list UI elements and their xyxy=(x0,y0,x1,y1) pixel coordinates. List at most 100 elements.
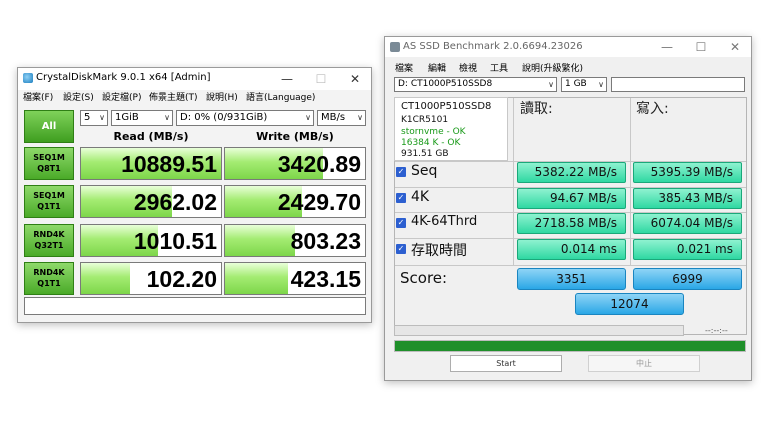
test-label-line1: RND4K xyxy=(33,230,65,239)
menu-profile[interactable]: 設定檔(P) xyxy=(102,90,141,103)
test-label-line2: Q8T1 xyxy=(37,164,61,173)
asd-drive-value: D: CT1000P510SSD8 xyxy=(398,79,493,89)
write-header: Write (MB/s) xyxy=(256,130,334,143)
drive-model: CT1000P510SSD8 xyxy=(401,101,492,112)
read-result-seq1m-q1t1: 2962.02 xyxy=(80,185,222,218)
start-button[interactable]: Start xyxy=(450,355,562,372)
chevron-down-icon: ∨ xyxy=(357,113,363,122)
close-icon[interactable]: ✕ xyxy=(338,68,372,90)
read-result-rnd4k-q1t1: 102.20 xyxy=(80,262,222,295)
write-value: 803.23 xyxy=(290,228,361,254)
test-label-line1: RND4K xyxy=(33,268,65,277)
menu-help[interactable]: 說明(升級繁化) xyxy=(522,61,583,74)
minimize-icon[interactable]: — xyxy=(650,37,684,57)
menu-theme[interactable]: 佈景主題(T) xyxy=(149,90,198,103)
write-bar xyxy=(225,225,295,256)
as-ssd-window: AS SSD Benchmark 2.0.6694.23026 — ☐ ✕ 檔案… xyxy=(384,36,752,381)
minimize-icon[interactable]: — xyxy=(270,68,304,90)
all-button[interactable]: All xyxy=(24,110,74,143)
grid-divider xyxy=(395,265,746,266)
close-icon[interactable]: ✕ xyxy=(718,37,752,57)
asd-window-title: AS SSD Benchmark 2.0.6694.23026 xyxy=(403,41,583,52)
menu-help[interactable]: 說明(H) xyxy=(206,90,238,103)
total-progress-bar xyxy=(394,340,746,352)
asd-extra-field[interactable] xyxy=(611,77,745,92)
unit-select[interactable]: MB/s ∨ xyxy=(317,110,366,126)
seq-label: Seq xyxy=(411,163,438,179)
test-label-line1: SEQ1M xyxy=(33,153,65,162)
chevron-down-icon: ∨ xyxy=(99,113,105,122)
4k-write-result: 385.43 MB/s xyxy=(633,188,742,209)
read-bar xyxy=(81,263,130,294)
maximize-icon[interactable]: ☐ xyxy=(304,68,338,90)
asd-size-value: 1 GB xyxy=(565,79,587,89)
seq-read-result: 5382.22 MB/s xyxy=(517,162,626,183)
write-value: 423.15 xyxy=(290,266,361,292)
4k-64thrd-checkbox[interactable]: ✓ xyxy=(396,218,406,228)
write-header: 寫入: xyxy=(636,101,669,117)
abort-button[interactable]: 中止 xyxy=(588,355,700,372)
drive-capacity: 931.51 GB xyxy=(401,149,449,159)
menu-tools[interactable]: 工具 xyxy=(490,61,508,74)
test-button-rnd4k-q32t1[interactable]: RND4K Q32T1 xyxy=(24,224,74,257)
asd-titlebar[interactable]: AS SSD Benchmark 2.0.6694.23026 — ☐ ✕ xyxy=(385,37,751,57)
test-label-line2: Q1T1 xyxy=(37,279,61,288)
chevron-down-icon: ∨ xyxy=(164,113,170,122)
4k-64thrd-label: 4K-64Thrd xyxy=(411,214,478,229)
score-write: 6999 xyxy=(633,268,742,290)
write-result-seq1m-q1t1: 2429.70 xyxy=(224,185,366,218)
seq-checkbox[interactable]: ✓ xyxy=(396,167,406,177)
alignment-status: 16384 K - OK xyxy=(401,138,461,148)
score-total: 12074 xyxy=(575,293,684,315)
write-value: 2429.70 xyxy=(277,189,361,215)
write-result-rnd4k-q1t1: 423.15 xyxy=(224,262,366,295)
write-value: 3420.89 xyxy=(277,151,361,177)
test-button-seq1m-q8t1[interactable]: SEQ1M Q8T1 xyxy=(24,147,74,180)
4k-read-result: 94.67 MB/s xyxy=(517,188,626,209)
menu-file[interactable]: 檔案 xyxy=(395,61,413,74)
read-value: 102.20 xyxy=(146,266,217,292)
sub-progress-bar xyxy=(394,325,684,336)
test-button-seq1m-q1t1[interactable]: SEQ1M Q1T1 xyxy=(24,185,74,218)
cdm-titlebar[interactable]: CrystalDiskMark 9.0.1 x64 [Admin] — ☐ ✕ xyxy=(18,68,371,90)
unit-value: MB/s xyxy=(321,112,346,123)
menu-view[interactable]: 檢視 xyxy=(459,61,477,74)
4k-label: 4K xyxy=(411,189,430,205)
test-label-line1: SEQ1M xyxy=(33,191,65,200)
as-ssd-app-icon xyxy=(390,42,400,52)
test-label-line2: Q32T1 xyxy=(34,241,64,250)
write-result-seq1m-q8t1: 3420.89 xyxy=(224,147,366,180)
menu-language[interactable]: 語言(Language) xyxy=(246,90,315,103)
drive-firmware: K1CR5101 xyxy=(401,115,449,125)
access-time-read-result: 0.014 ms xyxy=(517,239,626,260)
asd-size-select[interactable]: 1 GB ∨ xyxy=(561,77,607,92)
menu-edit[interactable]: 編輯 xyxy=(428,61,446,74)
elapsed-time: --:--:-- xyxy=(705,326,728,335)
test-label-line2: Q1T1 xyxy=(37,202,61,211)
seq-write-result: 5395.39 MB/s xyxy=(633,162,742,183)
chevron-down-icon: ∨ xyxy=(548,80,554,89)
access-time-checkbox[interactable]: ✓ xyxy=(396,244,406,254)
read-header: 讀取: xyxy=(520,101,553,117)
4k-checkbox[interactable]: ✓ xyxy=(396,193,406,203)
4k-64thrd-read-result: 2718.58 MB/s xyxy=(517,213,626,234)
count-select[interactable]: 5 ∨ xyxy=(80,110,108,126)
comment-input[interactable] xyxy=(24,297,366,315)
crystaldiskmark-window: CrystalDiskMark 9.0.1 x64 [Admin] — ☐ ✕ … xyxy=(17,67,372,323)
drive-select[interactable]: D: 0% (0/931GiB) ∨ xyxy=(176,110,314,126)
read-result-rnd4k-q32t1: 1010.51 xyxy=(80,224,222,257)
cdm-menubar: 檔案(F) 設定(S) 設定檔(P) 佈景主題(T) 說明(H) 語言(Lang… xyxy=(18,90,371,104)
size-select[interactable]: 1GiB ∨ xyxy=(111,110,173,126)
test-button-rnd4k-q1t1[interactable]: RND4K Q1T1 xyxy=(24,262,74,295)
menu-file[interactable]: 檔案(F) xyxy=(23,90,53,103)
write-result-rnd4k-q32t1: 803.23 xyxy=(224,224,366,257)
access-time-write-result: 0.021 ms xyxy=(633,239,742,260)
write-bar xyxy=(225,263,288,294)
grid-divider xyxy=(630,98,631,266)
read-value: 1010.51 xyxy=(133,228,217,254)
crystaldiskmark-app-icon xyxy=(23,73,33,83)
score-label: Score: xyxy=(400,269,448,287)
maximize-icon[interactable]: ☐ xyxy=(684,37,718,57)
menu-settings[interactable]: 設定(S) xyxy=(63,90,94,103)
asd-drive-select[interactable]: D: CT1000P510SSD8 ∨ xyxy=(394,77,557,92)
